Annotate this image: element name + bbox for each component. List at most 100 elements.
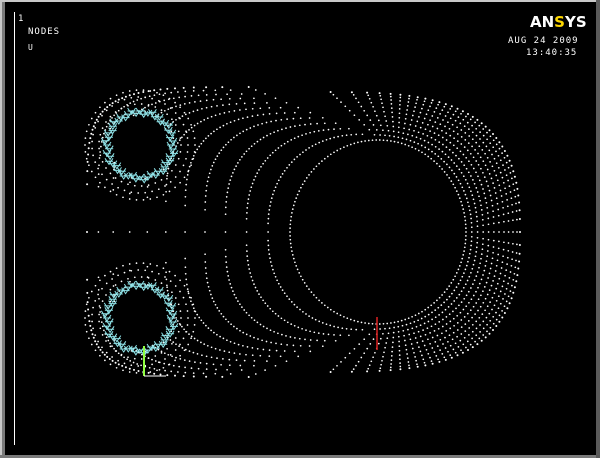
node-dot <box>492 239 495 242</box>
node-dot <box>423 361 426 364</box>
node-dot <box>414 356 416 358</box>
node-dot <box>253 142 256 145</box>
node-dot <box>229 373 232 375</box>
node-dot <box>405 138 408 141</box>
node-dot <box>123 271 126 274</box>
node-dot <box>498 277 501 280</box>
node-dot <box>367 94 370 97</box>
node-dot <box>455 190 458 192</box>
node-dot <box>92 336 95 339</box>
node-dot <box>350 91 353 94</box>
node-dot <box>414 337 417 339</box>
node-dot <box>493 169 496 172</box>
node-dot <box>439 349 441 351</box>
node-dot <box>126 358 128 361</box>
node-dot <box>236 134 238 137</box>
node-dot <box>443 301 445 304</box>
node-dot <box>99 154 102 157</box>
node-dot <box>186 324 189 326</box>
node-dot <box>241 156 243 158</box>
node-dot <box>166 177 168 180</box>
node-dot <box>179 310 182 312</box>
node-dot <box>399 362 401 364</box>
node-dot <box>245 311 248 314</box>
node-dot <box>455 272 458 274</box>
node-dot <box>426 327 429 330</box>
node-dot <box>472 294 475 297</box>
node-dot <box>294 200 296 203</box>
node-dot <box>417 312 420 315</box>
node-dot <box>315 165 318 168</box>
node-dot <box>94 340 97 343</box>
node-dot <box>214 303 217 306</box>
node-dot <box>429 105 431 108</box>
node-dot <box>416 96 419 99</box>
node-dot <box>444 115 447 117</box>
node-dot <box>478 145 481 148</box>
node-dot <box>268 253 271 255</box>
node-dot <box>323 304 326 307</box>
node-dot <box>164 103 166 105</box>
node-dot <box>482 327 485 330</box>
node-dot <box>174 112 177 114</box>
node-dot <box>175 105 177 108</box>
node-dot <box>171 342 173 345</box>
node-dot <box>321 116 324 119</box>
node-dot <box>482 224 484 227</box>
node-dot <box>496 282 499 285</box>
node-dot <box>375 114 378 117</box>
node-dot <box>410 343 413 345</box>
node-dot <box>311 317 314 319</box>
node-dot <box>366 347 369 350</box>
node-dot <box>333 334 335 336</box>
node-dot <box>222 124 225 127</box>
node-dot <box>104 186 106 189</box>
node-dot <box>177 330 180 333</box>
node-dot <box>510 264 513 267</box>
node-dot <box>228 97 231 100</box>
node-dot <box>298 337 301 340</box>
node-dot <box>114 350 117 352</box>
node-dot <box>262 136 265 139</box>
node-dot <box>441 168 443 170</box>
node-dot <box>285 335 287 337</box>
node-dot <box>455 286 458 288</box>
node-dot <box>208 172 211 175</box>
node-dot <box>479 305 482 308</box>
node-dot <box>256 347 259 350</box>
node-dot <box>437 306 440 309</box>
node-dot <box>117 352 120 355</box>
node-dot <box>512 242 514 245</box>
node-dot <box>358 119 361 121</box>
node-dot <box>299 153 301 156</box>
node-dot <box>128 371 131 373</box>
node-dot <box>501 145 504 148</box>
node-dot <box>298 190 301 192</box>
node-dot <box>438 101 441 104</box>
node-dot <box>132 114 135 117</box>
node-dot <box>117 274 119 277</box>
node-dot <box>216 357 218 359</box>
node-dot <box>436 162 438 165</box>
node-dot <box>156 264 158 267</box>
node-dot <box>98 305 101 307</box>
node-dot <box>184 231 186 233</box>
node-dot <box>127 183 129 186</box>
node-dot <box>464 268 467 271</box>
node-dot <box>101 334 104 336</box>
node-dot <box>508 185 511 187</box>
node-dot <box>434 153 437 155</box>
node-dot <box>183 328 185 331</box>
node-dot <box>491 257 494 260</box>
node-dot <box>476 241 479 244</box>
node-dot <box>441 109 444 111</box>
node-dot <box>205 137 207 140</box>
node-dot <box>248 147 250 150</box>
node-dot <box>419 126 422 129</box>
graphics-window[interactable]: 1 NODES U AUG 24 2009 13:40:35 ANSYS <box>0 0 600 458</box>
node-dot <box>463 125 466 128</box>
node-plot[interactable] <box>0 0 600 458</box>
node-dot <box>482 334 485 336</box>
node-dot <box>463 215 466 218</box>
node-dot <box>337 326 339 329</box>
